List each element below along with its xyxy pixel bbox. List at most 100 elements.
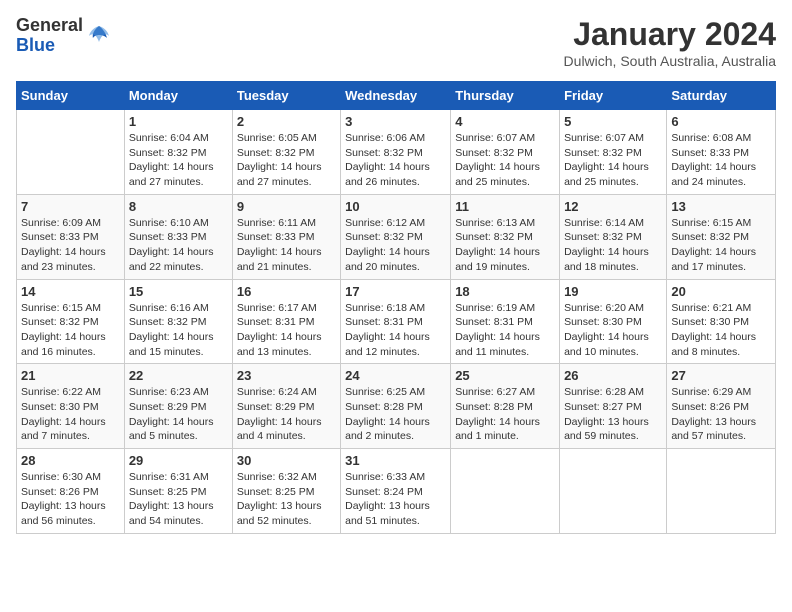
calendar-cell: 10Sunrise: 6:12 AM Sunset: 8:32 PM Dayli… — [341, 194, 451, 279]
cell-details: Sunrise: 6:25 AM Sunset: 8:28 PM Dayligh… — [345, 385, 446, 444]
calendar-cell: 28Sunrise: 6:30 AM Sunset: 8:26 PM Dayli… — [17, 449, 125, 534]
weekday-header: Thursday — [451, 82, 560, 110]
day-number: 7 — [21, 199, 120, 214]
cell-details: Sunrise: 6:10 AM Sunset: 8:33 PM Dayligh… — [129, 216, 228, 275]
day-number: 29 — [129, 453, 228, 468]
day-number: 6 — [671, 114, 771, 129]
calendar-cell — [451, 449, 560, 534]
day-number: 13 — [671, 199, 771, 214]
calendar-cell: 17 Sunrise: 6:18 AM Sunset: 8:31 PM Dayli… — [341, 279, 451, 364]
calendar-cell: 31Sunrise: 6:33 AM Sunset: 8:24 PM Dayli… — [341, 449, 451, 534]
day-number: 17 — [345, 284, 446, 299]
cell-details: Sunrise: 6:16 AM Sunset: 8:32 PM Dayligh… — [129, 301, 228, 360]
calendar-cell: 9 Sunrise: 6:11 AM Sunset: 8:33 PM Daylig… — [232, 194, 340, 279]
cell-details: Sunrise: 6:31 AM Sunset: 8:25 PM Dayligh… — [129, 470, 228, 529]
day-number: 15 — [129, 284, 228, 299]
cell-details: Sunrise: 6:27 AM Sunset: 8:28 PM Dayligh… — [455, 385, 555, 444]
cell-details: Sunrise: 6:07 AM Sunset: 8:32 PM Dayligh… — [564, 131, 662, 190]
location-text: Dulwich, South Australia, Australia — [564, 53, 776, 69]
calendar-cell: 5 Sunrise: 6:07 AM Sunset: 8:32 PM Daylig… — [560, 110, 667, 195]
cell-details: Sunrise: 6:11 AM Sunset: 8:33 PM Dayligh… — [237, 216, 336, 275]
day-number: 20 — [671, 284, 771, 299]
calendar-cell: 16 Sunrise: 6:17 AM Sunset: 8:31 PM Dayli… — [232, 279, 340, 364]
day-number: 26 — [564, 368, 662, 383]
logo-general-text: General — [16, 16, 83, 36]
calendar-cell: 15 Sunrise: 6:16 AM Sunset: 8:32 PM Dayli… — [124, 279, 232, 364]
calendar-table: SundayMondayTuesdayWednesdayThursdayFrid… — [16, 81, 776, 534]
calendar-week-row: 14 Sunrise: 6:15 AM Sunset: 8:32 PM Dayli… — [17, 279, 776, 364]
calendar-cell: 1 Sunrise: 6:04 AM Sunset: 8:32 PM Daylig… — [124, 110, 232, 195]
cell-details: Sunrise: 6:05 AM Sunset: 8:32 PM Dayligh… — [237, 131, 336, 190]
cell-details: Sunrise: 6:29 AM Sunset: 8:26 PM Dayligh… — [671, 385, 771, 444]
cell-details: Sunrise: 6:17 AM Sunset: 8:31 PM Dayligh… — [237, 301, 336, 360]
day-number: 25 — [455, 368, 555, 383]
calendar-cell: 20 Sunrise: 6:21 AM Sunset: 8:30 PM Dayli… — [667, 279, 776, 364]
cell-details: Sunrise: 6:22 AM Sunset: 8:30 PM Dayligh… — [21, 385, 120, 444]
calendar-week-row: 7 Sunrise: 6:09 AM Sunset: 8:33 PM Daylig… — [17, 194, 776, 279]
title-section: January 2024 Dulwich, South Australia, A… — [564, 16, 776, 69]
month-title: January 2024 — [564, 16, 776, 53]
calendar-cell: 3 Sunrise: 6:06 AM Sunset: 8:32 PM Daylig… — [341, 110, 451, 195]
calendar-cell — [667, 449, 776, 534]
calendar-cell: 6 Sunrise: 6:08 AM Sunset: 8:33 PM Daylig… — [667, 110, 776, 195]
day-number: 16 — [237, 284, 336, 299]
calendar-cell: 13 Sunrise: 6:15 AM Sunset: 8:32 PM Dayli… — [667, 194, 776, 279]
logo-blue-text: Blue — [16, 36, 83, 56]
weekday-header: Wednesday — [341, 82, 451, 110]
day-number: 30 — [237, 453, 336, 468]
cell-details: Sunrise: 6:18 AM Sunset: 8:31 PM Dayligh… — [345, 301, 446, 360]
day-number: 14 — [21, 284, 120, 299]
day-number: 5 — [564, 114, 662, 129]
cell-details: Sunrise: 6:15 AM Sunset: 8:32 PM Dayligh… — [671, 216, 771, 275]
day-number: 1 — [129, 114, 228, 129]
weekday-header: Saturday — [667, 82, 776, 110]
cell-details: Sunrise: 6:20 AM Sunset: 8:30 PM Dayligh… — [564, 301, 662, 360]
weekday-header: Tuesday — [232, 82, 340, 110]
calendar-cell: 21 Sunrise: 6:22 AM Sunset: 8:30 PM Dayli… — [17, 364, 125, 449]
calendar-cell: 14 Sunrise: 6:15 AM Sunset: 8:32 PM Dayli… — [17, 279, 125, 364]
calendar-cell: 27 Sunrise: 6:29 AM Sunset: 8:26 PM Dayli… — [667, 364, 776, 449]
calendar-cell: 18Sunrise: 6:19 AM Sunset: 8:31 PM Dayli… — [451, 279, 560, 364]
calendar-cell: 12Sunrise: 6:14 AM Sunset: 8:32 PM Dayli… — [560, 194, 667, 279]
calendar-week-row: 21 Sunrise: 6:22 AM Sunset: 8:30 PM Dayli… — [17, 364, 776, 449]
cell-details: Sunrise: 6:04 AM Sunset: 8:32 PM Dayligh… — [129, 131, 228, 190]
day-number: 22 — [129, 368, 228, 383]
cell-details: Sunrise: 6:14 AM Sunset: 8:32 PM Dayligh… — [564, 216, 662, 275]
calendar-cell: 22Sunrise: 6:23 AM Sunset: 8:29 PM Dayli… — [124, 364, 232, 449]
cell-details: Sunrise: 6:28 AM Sunset: 8:27 PM Dayligh… — [564, 385, 662, 444]
calendar-cell: 25 Sunrise: 6:27 AM Sunset: 8:28 PM Dayli… — [451, 364, 560, 449]
calendar-cell: 30 Sunrise: 6:32 AM Sunset: 8:25 PM Dayli… — [232, 449, 340, 534]
calendar-week-row: 1 Sunrise: 6:04 AM Sunset: 8:32 PM Daylig… — [17, 110, 776, 195]
day-number: 23 — [237, 368, 336, 383]
calendar-cell — [560, 449, 667, 534]
cell-details: Sunrise: 6:06 AM Sunset: 8:32 PM Dayligh… — [345, 131, 446, 190]
calendar-cell: 7 Sunrise: 6:09 AM Sunset: 8:33 PM Daylig… — [17, 194, 125, 279]
day-number: 24 — [345, 368, 446, 383]
calendar-cell — [17, 110, 125, 195]
cell-details: Sunrise: 6:32 AM Sunset: 8:25 PM Dayligh… — [237, 470, 336, 529]
weekday-header: Monday — [124, 82, 232, 110]
calendar-cell: 8 Sunrise: 6:10 AM Sunset: 8:33 PM Daylig… — [124, 194, 232, 279]
calendar-header-row: SundayMondayTuesdayWednesdayThursdayFrid… — [17, 82, 776, 110]
cell-details: Sunrise: 6:21 AM Sunset: 8:30 PM Dayligh… — [671, 301, 771, 360]
cell-details: Sunrise: 6:15 AM Sunset: 8:32 PM Dayligh… — [21, 301, 120, 360]
day-number: 28 — [21, 453, 120, 468]
day-number: 3 — [345, 114, 446, 129]
page-header: General Blue January 2024 Dulwich, South… — [16, 16, 776, 69]
cell-details: Sunrise: 6:08 AM Sunset: 8:33 PM Dayligh… — [671, 131, 771, 190]
day-number: 21 — [21, 368, 120, 383]
weekday-header: Sunday — [17, 82, 125, 110]
logo: General Blue — [16, 16, 113, 56]
day-number: 31 — [345, 453, 446, 468]
cell-details: Sunrise: 6:09 AM Sunset: 8:33 PM Dayligh… — [21, 216, 120, 275]
day-number: 10 — [345, 199, 446, 214]
day-number: 27 — [671, 368, 771, 383]
cell-details: Sunrise: 6:07 AM Sunset: 8:32 PM Dayligh… — [455, 131, 555, 190]
day-number: 4 — [455, 114, 555, 129]
weekday-header: Friday — [560, 82, 667, 110]
day-number: 18 — [455, 284, 555, 299]
calendar-cell: 11Sunrise: 6:13 AM Sunset: 8:32 PM Dayli… — [451, 194, 560, 279]
day-number: 2 — [237, 114, 336, 129]
day-number: 8 — [129, 199, 228, 214]
day-number: 9 — [237, 199, 336, 214]
